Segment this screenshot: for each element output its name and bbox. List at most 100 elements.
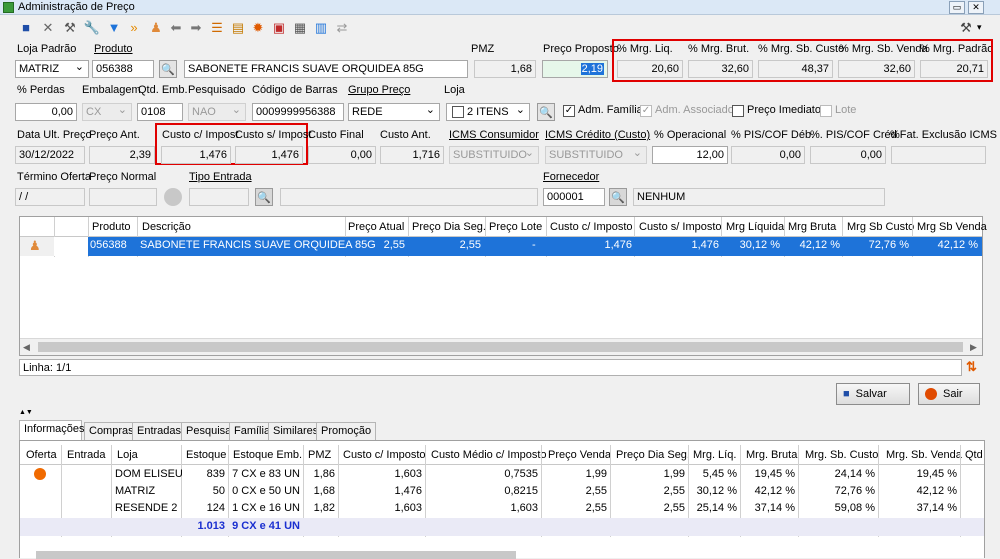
lote-checkbox[interactable] [820,105,832,117]
gear-icon[interactable] [164,188,182,206]
produto-codigo-input[interactable]: 056388 [92,60,154,78]
tab-promocao[interactable]: Promoção [316,422,377,440]
preco-proposto-input[interactable]: 2,19 [542,60,608,78]
col-produto[interactable]: Produto [92,221,131,233]
offer-badge-icon [34,468,46,480]
codigo-barras-input[interactable]: 0009999956388 [252,103,344,121]
refresh-icon[interactable]: ⇄ [334,20,350,36]
loja-select[interactable]: 2 ITENS [446,103,530,121]
col-estoque-emb[interactable]: Estoque Emb. [233,449,302,461]
grid-header: Produto Descrição Preço Atual Preço Dia … [20,217,987,237]
produto-descricao-input[interactable]: SABONETE FRANCIS SUAVE ORQUIDEA 85G [184,60,468,78]
delete-icon[interactable]: ✕ [40,20,56,36]
exit-button[interactable]: Sair [918,383,980,405]
col-custo-c-imposto[interactable]: Custo c/ Imposto [343,449,426,461]
col-mrg-sb-custo[interactable]: Mrg Sb Custo [847,221,914,233]
col-mrg-liq[interactable]: Mrg. Líq. [693,449,736,461]
col-estoque[interactable]: Estoque [186,449,226,461]
info-table[interactable]: Oferta Entrada Loja Estoque Estoque Emb.… [19,440,985,559]
col-preco-dia-seg[interactable]: Preço Dia Seg. [616,449,690,461]
search-store-icon[interactable]: 🔍 [537,103,555,121]
search-supplier-icon[interactable]: 🔍 [609,188,627,206]
fornecedor-codigo-input[interactable]: 000001 [543,188,605,206]
col-descricao[interactable]: Descrição [142,221,191,233]
preco-normal-field [89,188,157,206]
tools-icon[interactable]: ⚒ [958,20,974,36]
search-entry-icon[interactable]: 🔍 [255,188,273,206]
col-mrg-liquida[interactable]: Mrg Líquida [726,221,784,233]
product-grid[interactable]: Produto Descrição Preço Atual Preço Dia … [19,216,987,356]
tab-informacoes[interactable]: Informações [19,420,85,440]
list-icon[interactable]: ☰ [209,20,225,36]
tab-compras[interactable]: Compras [84,422,139,440]
scrollbar-thumb[interactable] [38,342,963,352]
horizontal-scrollbar[interactable]: ◀ ▶ [20,338,982,355]
col-mrg-sb-venda[interactable]: Mrg Sb Venda [917,221,987,233]
col-mrg-sb-venda[interactable]: Mrg. Sb. Venda [886,449,962,461]
tab-pesquisa[interactable]: Pesquisa [181,422,237,440]
users-icon[interactable]: ♟ [148,20,164,36]
exit-icon [925,388,937,400]
preco-imediato-label: Preço Imediato [747,104,821,116]
preco-imediato-checkbox[interactable] [732,105,744,117]
tab-entradas[interactable]: Entradas [132,422,187,440]
col-mrg-sb-custo[interactable]: Mrg. Sb. Custo [805,449,878,461]
col-preco-dia-seg[interactable]: Preço Dia Seg. [412,221,486,233]
operacional-input[interactable]: 12,00 [652,146,728,164]
report-icon[interactable]: ▤ [230,20,246,36]
grid-icon[interactable]: ▦ [292,20,308,36]
icms-consumidor-select[interactable]: SUBSTITUIDO [449,146,539,164]
arrow-left-icon[interactable]: ⬅ [168,20,184,36]
arrow-right-icon[interactable]: ➡ [188,20,204,36]
grid-row[interactable]: ♟ 056388 SABONETE FRANCIS SUAVE ORQUIDEA… [20,237,982,256]
tab-similares[interactable]: Similares [268,422,324,440]
col-preco-lote[interactable]: Preço Lote [489,221,542,233]
col-preco-venda[interactable]: Preço Venda [548,449,611,461]
icms-credito-select[interactable]: SUBSTITUIDO [545,146,647,164]
grupo-preco-select[interactable]: REDE [348,103,440,121]
loja-checkbox[interactable] [452,106,464,118]
col-mrg-bruta[interactable]: Mrg. Bruta [746,449,797,461]
restore-button[interactable]: ▭ [949,1,965,14]
wrench-icon[interactable]: 🔧 [84,20,100,36]
col-custo-medio[interactable]: Custo Médio c/ Imposto [431,449,547,461]
col-loja[interactable]: Loja [117,449,138,461]
calculator-icon[interactable]: ▥ [313,20,329,36]
close-button[interactable]: ✕ [968,1,984,14]
fast-forward-icon[interactable]: » [126,20,142,36]
scroll-right-icon[interactable]: ▶ [970,342,977,353]
table-row[interactable]: MATRIZ 50 0 CX e 50 UN 1,68 1,476 0,8215… [20,483,984,500]
table-row[interactable]: RESENDE 2 124 1 CX e 16 UN 1,82 1,603 1,… [20,500,984,517]
col-mrg-bruta[interactable]: Mrg Bruta [788,221,836,233]
sort-icon[interactable]: ⇅ [966,359,977,375]
embalagem-select[interactable]: CX [82,103,132,121]
gear-badge-icon[interactable]: ✹ [250,20,266,36]
loja-padrao-select[interactable]: MATRIZ [15,60,89,78]
custo-final-field: 0,00 [308,146,376,164]
col-custo-s-imposto[interactable]: Custo s/ Imposto [639,221,722,233]
hammer-icon[interactable]: ⚒ [62,20,78,36]
col-pmz[interactable]: PMZ [308,449,331,461]
mrg-sb-venda-field: 32,60 [838,60,915,78]
pesquisado-select[interactable]: NAO [188,103,246,121]
col-entrada[interactable]: Entrada [67,449,106,461]
cell-estoque-emb: 1 CX e 16 UN [232,502,300,514]
col-oferta[interactable]: Oferta [26,449,57,461]
box-icon[interactable]: ▣ [271,20,287,36]
col-custo-c-imposto[interactable]: Custo c/ Imposto [550,221,633,233]
splitter-arrows-icon[interactable]: ▲▼ [19,409,33,416]
qtd-emb-input[interactable]: 0108 [137,103,183,121]
adm-associado-checkbox[interactable]: ✓ [640,105,652,117]
save-icon[interactable]: ■ [18,20,34,36]
table-row[interactable]: DOM ELISEU 839 7 CX e 83 UN 1,86 1,603 0… [20,466,984,483]
col-preco-atual[interactable]: Preço Atual [348,221,404,233]
filter-icon[interactable]: ▼ [106,20,122,36]
adm-familia-checkbox[interactable]: ✓ [563,105,575,117]
save-button[interactable]: ■ Salvar [836,383,910,405]
col-qtd[interactable]: Qtd [965,449,983,461]
search-product-icon[interactable]: 🔍 [159,60,177,78]
fat-exclusao-label: %Fat. Exclusão ICMS [890,129,997,141]
chevron-down-icon[interactable]: ▾ [977,22,982,33]
scroll-left-icon[interactable]: ◀ [23,342,30,353]
perdas-input[interactable]: 0,00 [15,103,77,121]
